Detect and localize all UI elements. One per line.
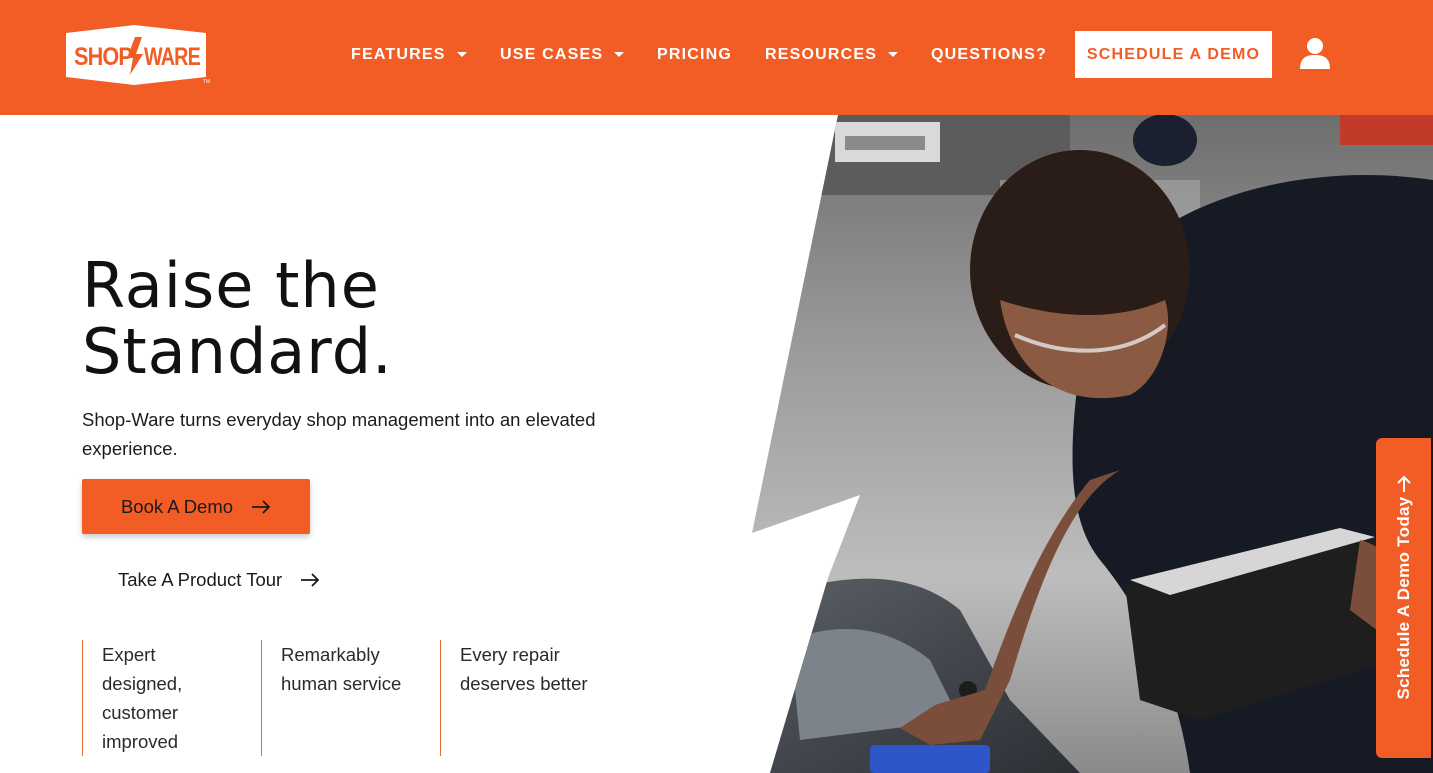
chevron-down-icon bbox=[888, 51, 899, 57]
feature-text: Expert designed, customer improved bbox=[102, 644, 183, 752]
nav-pricing[interactable]: PRICING bbox=[657, 46, 732, 64]
nav-pricing-label: PRICING bbox=[657, 46, 733, 63]
nav-features[interactable]: FEATURES bbox=[351, 46, 467, 64]
book-demo-button[interactable]: Book A Demo bbox=[82, 479, 310, 534]
feature-item: Every repair deserves better bbox=[440, 640, 620, 756]
svg-text:TM: TM bbox=[203, 79, 210, 85]
nav-questions[interactable]: QUESTIONS? bbox=[931, 46, 1047, 64]
nav-use-cases-label: USE CASES bbox=[500, 46, 604, 63]
shopware-logo[interactable]: SHOP WARE TM bbox=[62, 23, 210, 87]
chevron-down-icon bbox=[456, 51, 467, 57]
svg-text:SHOP: SHOP bbox=[74, 43, 132, 71]
nav-resources[interactable]: RESOURCES bbox=[765, 46, 899, 64]
arrow-up-icon bbox=[1397, 475, 1411, 492]
feature-item: Remarkably human service bbox=[261, 640, 431, 756]
product-tour-label: Take A Product Tour bbox=[118, 569, 283, 590]
hero-subtext: Shop-Ware turns everyday shop management… bbox=[82, 409, 596, 459]
user-icon[interactable] bbox=[1298, 36, 1332, 70]
book-demo-label: Book A Demo bbox=[120, 495, 234, 517]
arrow-right-icon bbox=[301, 573, 320, 587]
nav-features-label: FEATURES bbox=[351, 46, 446, 63]
feature-item: Expert designed, customer improved bbox=[82, 640, 242, 756]
headline-line-2: Standard. bbox=[82, 315, 393, 388]
svg-text:WARE: WARE bbox=[144, 43, 200, 71]
side-tab-label: Schedule A Demo Today bbox=[1394, 496, 1413, 700]
nav-resources-label: RESOURCES bbox=[765, 46, 878, 63]
schedule-demo-side-tab[interactable]: Schedule A Demo Today bbox=[1376, 438, 1431, 758]
nav-questions-label: QUESTIONS? bbox=[931, 46, 1048, 63]
feature-text: Remarkably human service bbox=[281, 644, 402, 694]
nav-use-cases[interactable]: USE CASES bbox=[500, 46, 625, 64]
site-header: SHOP WARE TM FEATURES USE CASES PRICING … bbox=[0, 0, 1433, 115]
headline-line-1: Raise the bbox=[82, 249, 380, 322]
feature-text: Every repair deserves better bbox=[460, 644, 588, 694]
product-tour-link[interactable]: Take A Product Tour bbox=[118, 566, 320, 594]
hero-headline: Raise the Standard. bbox=[82, 253, 642, 385]
chevron-down-icon bbox=[614, 51, 625, 57]
arrow-right-icon bbox=[252, 499, 271, 514]
schedule-demo-button[interactable]: SCHEDULE A DEMO bbox=[1075, 31, 1272, 78]
